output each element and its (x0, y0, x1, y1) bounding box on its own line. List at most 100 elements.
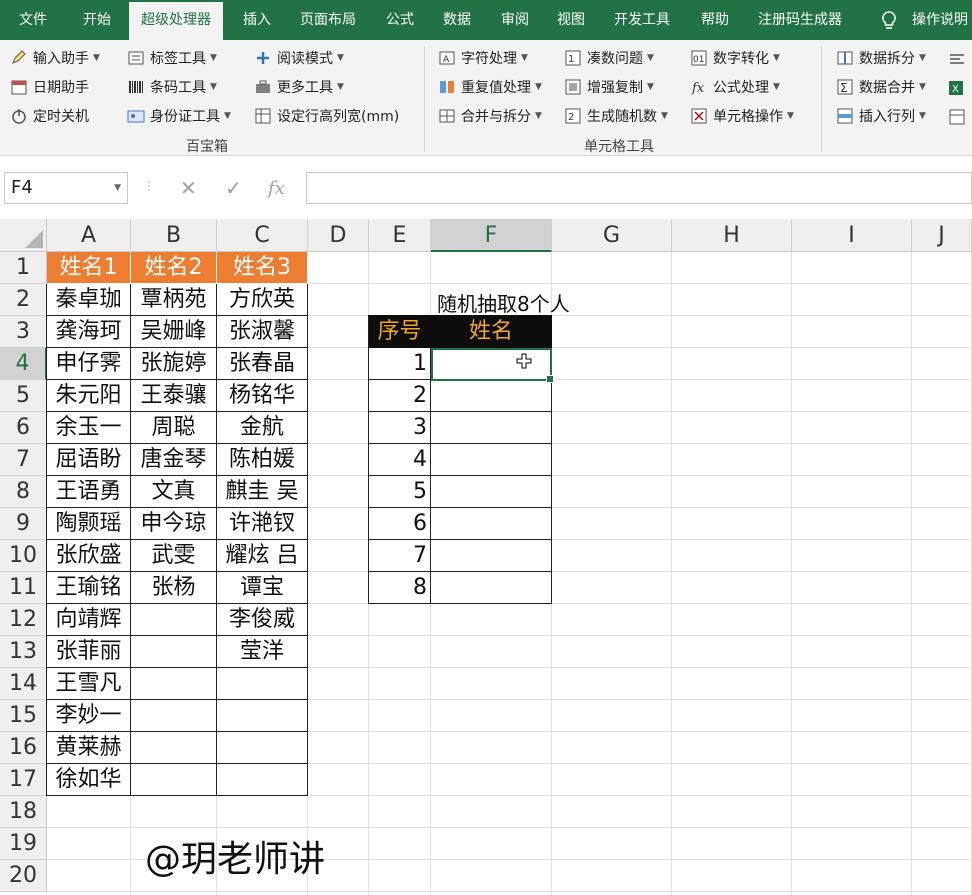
tab-data[interactable]: 数据 (443, 0, 471, 40)
result-index-cell[interactable]: 4 (369, 444, 431, 476)
row-header-3[interactable]: 3 (0, 316, 47, 348)
row-header-10[interactable]: 10 (0, 540, 47, 572)
names-cell[interactable]: 麒圭 吴 (217, 476, 308, 508)
names-cell[interactable]: 王雪凡 (47, 668, 131, 700)
tab-super-processor[interactable]: 超级处理器 (129, 2, 223, 40)
row-header-13[interactable]: 13 (0, 636, 47, 668)
names-cell[interactable]: 耀炫 吕 (217, 540, 308, 572)
tab-formulas[interactable]: 公式 (386, 0, 414, 40)
result-name-cell[interactable] (431, 476, 552, 508)
row-header-12[interactable]: 12 (0, 604, 47, 636)
barcode-tool-button[interactable]: 条码工具 ▼ (127, 75, 217, 99)
tab-developer[interactable]: 开发工具 (614, 0, 670, 40)
chevron-down-icon[interactable]: ▼ (114, 173, 121, 203)
column-header-b[interactable]: B (131, 219, 217, 252)
row-header-4[interactable]: 4 (0, 348, 47, 380)
input-helper-button[interactable]: 输入助手 ▼ (10, 46, 100, 70)
insert-function-icon[interactable]: fx (268, 178, 285, 199)
names-cell[interactable]: 龚海珂 (47, 316, 131, 348)
names-cell[interactable]: 文真 (131, 476, 217, 508)
names-cell[interactable]: 武雯 (131, 540, 217, 572)
tab-insert[interactable]: 插入 (243, 0, 271, 40)
row-header-18[interactable]: 18 (0, 796, 47, 828)
names-cell[interactable] (217, 668, 308, 700)
result-name-cell[interactable] (431, 380, 552, 412)
column-header-j[interactable]: J (912, 219, 972, 252)
result-index-cell[interactable]: 6 (369, 508, 431, 540)
active-cell-selection[interactable] (431, 348, 554, 383)
merge-split-button[interactable]: 合并与拆分 ▼ (438, 104, 542, 128)
timed-shutdown-button[interactable]: 定时关机 (10, 104, 89, 128)
formula-input[interactable] (306, 172, 972, 204)
names-cell[interactable]: 吴姗峰 (131, 316, 217, 348)
generate-random-button[interactable]: 2 生成随机数 ▼ (564, 104, 668, 128)
insert-row-col-button[interactable]: 插入行列 ▼ (836, 104, 926, 128)
name-box[interactable]: F4 ▼ (4, 172, 128, 204)
tab-page-layout[interactable]: 页面布局 (300, 0, 356, 40)
names-cell[interactable]: 王语勇 (47, 476, 131, 508)
result-index-cell[interactable]: 1 (369, 348, 431, 380)
row-header-16[interactable]: 16 (0, 732, 47, 764)
names-cell[interactable]: 朱元阳 (47, 380, 131, 412)
tab-keygen[interactable]: 注册码生成器 (758, 0, 842, 40)
tab-home[interactable]: 开始 (83, 0, 111, 40)
data-split-button[interactable]: 数据拆分 ▼ (836, 46, 926, 70)
result-name-cell[interactable] (431, 412, 552, 444)
names-cell[interactable]: 陶颢瑶 (47, 508, 131, 540)
names-cell[interactable]: 徐如华 (47, 764, 131, 796)
names-cell[interactable]: 王泰骧 (131, 380, 217, 412)
names-cell[interactable] (131, 668, 217, 700)
names-cell[interactable]: 余玉一 (47, 412, 131, 444)
column-header-h[interactable]: H (672, 219, 792, 252)
names-cell[interactable]: 唐金琴 (131, 444, 217, 476)
id-tool-button[interactable]: 身份证工具 ▼ (127, 104, 231, 128)
more-tools-button[interactable]: 更多工具 ▼ (254, 75, 344, 99)
result-name-cell[interactable] (431, 540, 552, 572)
names-cell[interactable]: 谭宝 (217, 572, 308, 604)
names-cell[interactable]: 向靖辉 (47, 604, 131, 636)
row-header-7[interactable]: 7 (0, 444, 47, 476)
names-cell[interactable]: 杨铭华 (217, 380, 308, 412)
names-cell[interactable]: 秦卓珈 (47, 284, 131, 316)
result-index-cell[interactable]: 3 (369, 412, 431, 444)
names-cell[interactable] (217, 732, 308, 764)
formula-process-button[interactable]: fx 公式处理 ▼ (690, 75, 780, 99)
column-header-f[interactable]: F (431, 219, 552, 252)
names-cell[interactable] (131, 700, 217, 732)
sheet-icon[interactable] (948, 108, 966, 126)
names-cell[interactable]: 张旎婷 (131, 348, 217, 380)
row-header-1[interactable]: 1 (0, 252, 47, 284)
names-cell[interactable] (217, 764, 308, 796)
align-icon[interactable] (948, 50, 966, 68)
tab-view[interactable]: 视图 (557, 0, 585, 40)
row-header-2[interactable]: 2 (0, 284, 47, 316)
names-cell[interactable]: 张淑馨 (217, 316, 308, 348)
enhanced-copy-button[interactable]: 增强复制 ▼ (564, 75, 654, 99)
column-header-i[interactable]: I (792, 219, 912, 252)
enter-check-icon[interactable]: ✓ (225, 176, 242, 200)
digit-convert-button[interactable]: 01 数字转化 ▼ (690, 46, 780, 70)
names-cell[interactable]: 金航 (217, 412, 308, 444)
names-cell[interactable] (131, 732, 217, 764)
result-index-cell[interactable]: 8 (369, 572, 431, 604)
names-cell[interactable]: 张春晶 (217, 348, 308, 380)
column-header-g[interactable]: G (552, 219, 672, 252)
names-cell[interactable]: 张杨 (131, 572, 217, 604)
names-cell[interactable]: 方欣英 (217, 284, 308, 316)
reading-mode-button[interactable]: 阅读模式 ▼ (254, 46, 344, 70)
result-index-cell[interactable]: 7 (369, 540, 431, 572)
names-cell[interactable]: 李妙一 (47, 700, 131, 732)
tab-file[interactable]: 文件 (19, 0, 47, 40)
select-all-corner[interactable] (0, 219, 47, 252)
row-header-14[interactable]: 14 (0, 668, 47, 700)
names-cell[interactable]: 陈柏媛 (217, 444, 308, 476)
names-cell[interactable] (217, 700, 308, 732)
names-cell[interactable] (131, 636, 217, 668)
names-cell[interactable]: 张菲丽 (47, 636, 131, 668)
names-cell[interactable]: 许滟钗 (217, 508, 308, 540)
row-header-15[interactable]: 15 (0, 700, 47, 732)
row-header-20[interactable]: 20 (0, 860, 47, 892)
tab-help[interactable]: 帮助 (701, 0, 729, 40)
data-merge-button[interactable]: Σ 数据合并 ▼ (836, 75, 926, 99)
cancel-icon[interactable]: ✕ (180, 176, 197, 200)
